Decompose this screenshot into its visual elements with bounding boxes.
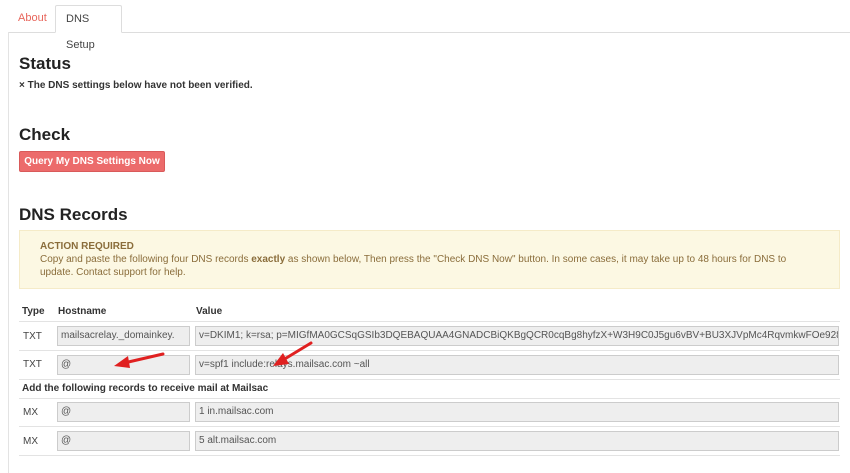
- tab-bar: About DNS Setup: [8, 5, 850, 51]
- value-field[interactable]: 5 alt.mailsac.com: [195, 431, 839, 451]
- tab-about[interactable]: About: [8, 5, 56, 31]
- value-field[interactable]: v=DKIM1; k=rsa; p=MIGfMA0GCSqGSIb3DQEBAQ…: [195, 326, 839, 346]
- status-heading: Status: [19, 54, 71, 73]
- row-type: MX: [23, 436, 38, 447]
- row-divider: [19, 455, 840, 456]
- hostname-field[interactable]: mailsacrelay._domainkey.: [57, 326, 190, 346]
- hostname-field[interactable]: @: [57, 355, 190, 375]
- column-header-value: Value: [196, 306, 223, 317]
- query-dns-button[interactable]: Query My DNS Settings Now: [19, 151, 165, 172]
- column-header-type: Type: [22, 306, 45, 317]
- value-field[interactable]: 1 in.mailsac.com: [195, 402, 839, 422]
- alert-title: ACTION REQUIRED: [40, 241, 134, 252]
- row-divider: [19, 350, 840, 351]
- row-type: TXT: [23, 359, 42, 370]
- alert-message: Copy and paste the following four DNS re…: [40, 254, 787, 278]
- column-header-hostname: Hostname: [58, 306, 107, 317]
- header-divider: [19, 321, 840, 322]
- tab-dns-setup[interactable]: DNS Setup: [55, 5, 122, 51]
- row-divider: [19, 426, 840, 427]
- row-divider: [19, 379, 840, 380]
- action-required-alert: ACTION REQUIRED Copy and paste the follo…: [19, 230, 840, 289]
- hostname-field[interactable]: @: [57, 402, 190, 422]
- check-heading: Check: [19, 125, 71, 144]
- hostname-field[interactable]: @: [57, 431, 190, 451]
- mail-records-subheading: Add the following records to receive mai…: [22, 383, 269, 394]
- status-message: × The DNS settings below have not been v…: [19, 80, 253, 91]
- dns-records-heading: DNS Records: [19, 205, 128, 224]
- row-type: MX: [23, 407, 38, 418]
- value-field[interactable]: v=spf1 include:relays.mailsac.com ~all: [195, 355, 839, 375]
- row-divider: [19, 398, 840, 399]
- row-type: TXT: [23, 331, 42, 342]
